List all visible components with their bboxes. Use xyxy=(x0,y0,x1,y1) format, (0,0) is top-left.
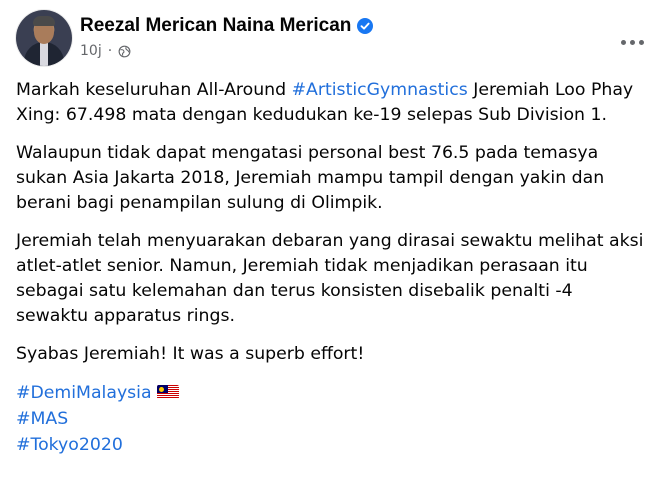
post-paragraph-1: Markah keseluruhan All-Around #ArtisticG… xyxy=(16,80,634,125)
post-paragraph-3: Jeremiah telah menyuarakan debaran yang … xyxy=(16,231,644,326)
post-paragraph-4: Syabas Jeremiah! It was a superb effort! xyxy=(16,344,365,364)
hashtag-row-1: #DemiMalaysia xyxy=(16,380,644,406)
meta-separator: · xyxy=(107,43,113,59)
post-timestamp[interactable]: 10j xyxy=(80,43,102,59)
hashtag-row-3: #Tokyo2020 xyxy=(16,432,644,458)
verified-badge-icon xyxy=(357,18,374,34)
globe-icon[interactable] xyxy=(118,45,131,58)
post-meta: 10j · xyxy=(80,43,131,59)
author-name[interactable]: Reezal Merican Naina Merican xyxy=(80,15,351,37)
hashtag-link[interactable]: #DemiMalaysia xyxy=(16,383,152,403)
post-body: Markah keseluruhan All-Around #ArtisticG… xyxy=(16,78,644,458)
hashtag-link[interactable]: #MAS xyxy=(16,409,68,429)
post-paragraph-2: Walaupun tidak dapat mengatasi personal … xyxy=(16,143,605,213)
hashtag-row-2: #MAS xyxy=(16,406,644,432)
hashtag-link[interactable]: #Tokyo2020 xyxy=(16,435,123,455)
hashtag-list: #DemiMalaysia #MAS #Tokyo2020 xyxy=(16,380,644,458)
avatar-shirt xyxy=(40,42,48,66)
hashtag-link[interactable]: #ArtisticGymnastics xyxy=(292,80,468,100)
more-options-icon[interactable] xyxy=(614,24,650,60)
avatar-hair xyxy=(33,16,55,26)
facebook-post: Reezal Merican Naina Merican 10j · Marka… xyxy=(0,0,666,494)
author-row: Reezal Merican Naina Merican xyxy=(80,15,374,37)
malaysia-flag-icon xyxy=(156,385,179,399)
author-avatar[interactable] xyxy=(16,10,72,66)
post-header: Reezal Merican Naina Merican 10j · xyxy=(16,10,650,68)
